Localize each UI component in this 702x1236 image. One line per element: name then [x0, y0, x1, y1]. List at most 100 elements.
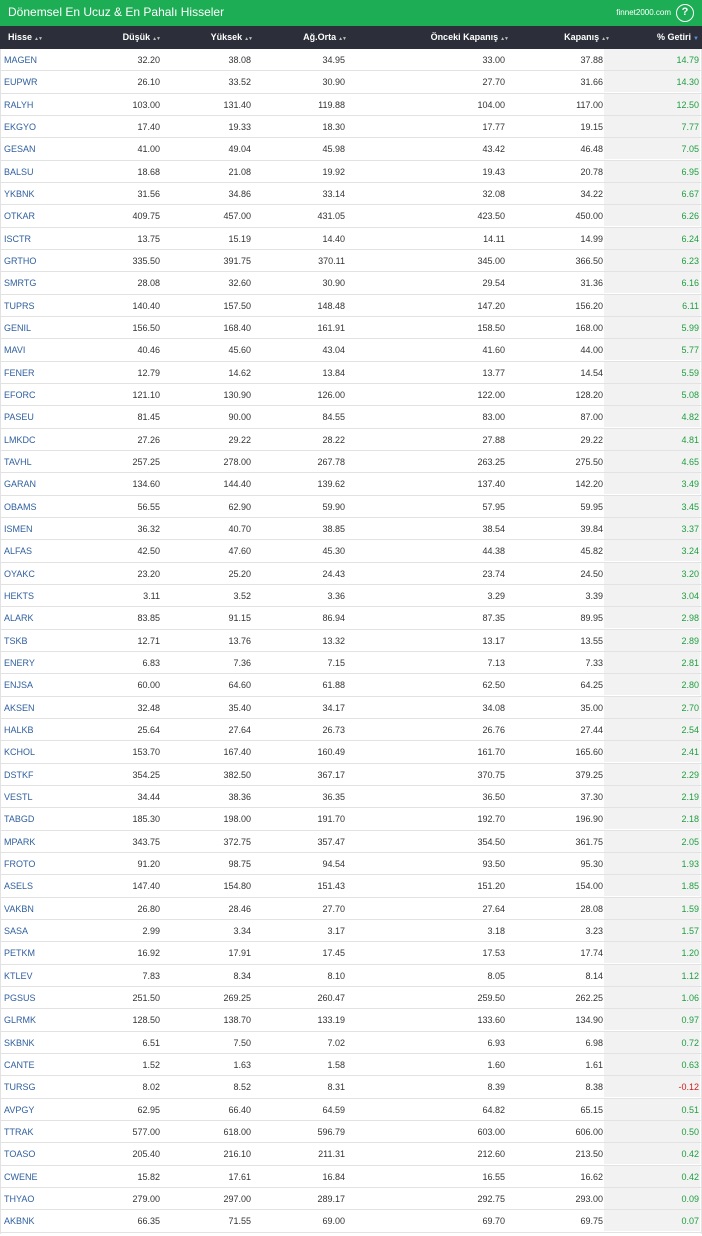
ticker-link[interactable]: SASA	[4, 920, 28, 942]
table-row[interactable]: TURSG 8.02 8.52 8.31 8.39 8.38 -0.12	[0, 1076, 702, 1099]
table-row[interactable]: TAVHL 257.25 278.00 267.78 263.25 275.50 4.65	[0, 450, 702, 474]
ticker-link[interactable]: EFORC	[4, 384, 36, 406]
table-row[interactable]: OBAMS 56.55 62.90 59.90 57.95 59.95 3.45	[0, 495, 702, 518]
ticker-link[interactable]: CWENE	[4, 1166, 38, 1188]
ticker-link[interactable]: GRTHO	[4, 250, 36, 272]
table-row[interactable]: TSKB 12.71 13.76 13.32 13.17 13.55 2.89	[0, 629, 702, 652]
ticker-link[interactable]: TURSG	[4, 1076, 36, 1098]
column-header-hisse[interactable]: Hisse ▲▼	[8, 26, 78, 49]
ticker-link[interactable]: HEKTS	[4, 585, 34, 607]
ticker-link[interactable]: FENER	[4, 362, 35, 384]
ticker-link[interactable]: EUPWR	[4, 71, 38, 93]
ticker-link[interactable]: ENERY	[4, 652, 35, 674]
ticker-link[interactable]: OTKAR	[4, 205, 35, 227]
table-row[interactable]: TABGD 185.30 198.00 191.70 192.70 196.90 2.18	[0, 808, 702, 831]
ticker-link[interactable]: MAVI	[4, 339, 25, 361]
table-row[interactable]: TUPRS 140.40 157.50 148.48 147.20 156.20 6.11	[0, 294, 702, 317]
table-row[interactable]: LMKDC 27.26 29.22 28.22 27.88 29.22 4.81	[0, 428, 702, 451]
ticker-link[interactable]: ENJSA	[4, 674, 33, 696]
ticker-link[interactable]: MPARK	[4, 831, 35, 853]
table-row[interactable]: MPARK 343.75 372.75 357.47 354.50 361.75 2.05	[0, 830, 702, 853]
column-header-dusuk[interactable]: Düşük ▲▼	[90, 26, 161, 49]
ticker-link[interactable]: ISMEN	[4, 518, 33, 540]
ticker-link[interactable]: VESTL	[4, 786, 33, 808]
ticker-link[interactable]: CANTE	[4, 1054, 35, 1076]
table-row[interactable]: GRTHO 335.50 391.75 370.11 345.00 366.50 6.23	[0, 249, 702, 273]
table-row[interactable]: RALYH 103.00 131.40 119.88 104.00 117.00 12.50	[0, 93, 702, 116]
table-row[interactable]: AKBNK 66.35 71.55 69.00 69.70 69.75 0.07	[0, 1210, 702, 1233]
table-row[interactable]: PETKM 16.92 17.91 17.45 17.53 17.74 1.20	[0, 942, 702, 965]
table-row[interactable]: CWENE 15.82 17.61 16.84 16.55 16.62 0.42	[0, 1165, 702, 1188]
ticker-link[interactable]: MAGEN	[4, 49, 37, 71]
ticker-link[interactable]: TUPRS	[4, 295, 35, 317]
help-icon[interactable]: ?	[676, 4, 694, 22]
table-row[interactable]: EUPWR 26.10 33.52 30.90 27.70 31.66 14.30	[0, 71, 702, 94]
ticker-link[interactable]: VAKBN	[4, 898, 34, 920]
ticker-link[interactable]: ALARK	[4, 607, 34, 629]
ticker-link[interactable]: AKBNK	[4, 1210, 35, 1232]
site-link[interactable]: finnet2000.com	[616, 8, 671, 17]
ticker-link[interactable]: TAVHL	[4, 451, 32, 473]
table-row[interactable]: FROTO 91.20 98.75 94.54 93.50 95.30 1.93	[0, 852, 702, 876]
ticker-link[interactable]: TSKB	[4, 630, 28, 652]
sort-both-icon[interactable]: ▲▼	[500, 36, 509, 42]
sort-desc-icon[interactable]: ▼	[693, 36, 699, 42]
sort-both-icon[interactable]: ▲▼	[152, 36, 161, 42]
ticker-link[interactable]: SMRTG	[4, 272, 36, 294]
table-row[interactable]: EKGYO 17.40 19.33 18.30 17.77 19.15 7.77	[0, 115, 702, 139]
table-row[interactable]: KCHOL 153.70 167.40 160.49 161.70 165.60 2.41	[0, 741, 702, 764]
table-row[interactable]: FENER 12.79 14.62 13.84 13.77 14.54 5.59	[0, 361, 702, 384]
table-row[interactable]: ENERY 6.83 7.36 7.15 7.13 7.33 2.81	[0, 651, 702, 675]
column-header-yuksek[interactable]: Yüksek ▲▼	[180, 26, 253, 49]
ticker-link[interactable]: LMKDC	[4, 429, 36, 451]
ticker-link[interactable]: FROTO	[4, 853, 35, 875]
column-header-ag-orta[interactable]: Ağ.Orta ▲▼	[270, 26, 347, 49]
ticker-link[interactable]: GENIL	[4, 317, 31, 339]
ticker-link[interactable]: OBAMS	[4, 496, 37, 518]
ticker-link[interactable]: ASELS	[4, 875, 33, 897]
table-row[interactable]: ISCTR 13.75 15.19 14.40 14.11 14.99 6.24	[0, 227, 702, 250]
table-row[interactable]: BALSU 18.68 21.08 19.92 19.43 20.78 6.95	[0, 160, 702, 183]
table-row[interactable]: EFORC 121.10 130.90 126.00 122.00 128.20 5.08	[0, 383, 702, 407]
table-row[interactable]: VESTL 34.44 38.36 36.35 36.50 37.30 2.19	[0, 785, 702, 809]
sort-both-icon[interactable]: ▲▼	[338, 36, 347, 42]
table-row[interactable]: SKBNK 6.51 7.50 7.02 6.93 6.98 0.72	[0, 1031, 702, 1054]
ticker-link[interactable]: KCHOL	[4, 741, 35, 763]
table-row[interactable]: MAVI 40.46 45.60 43.04 41.60 44.00 5.77	[0, 339, 702, 362]
ticker-link[interactable]: GLRMK	[4, 1009, 36, 1031]
ticker-link[interactable]: PASEU	[4, 406, 34, 428]
table-row[interactable]: ASELS 147.40 154.80 151.43 151.20 154.00 1.85	[0, 875, 702, 898]
ticker-link[interactable]: PGSUS	[4, 987, 36, 1009]
sort-both-icon[interactable]: ▲▼	[244, 36, 253, 42]
table-row[interactable]: TOASO 205.40 216.10 211.31 212.60 213.50 0.42	[0, 1143, 702, 1166]
table-row[interactable]: AVPGY 62.95 66.40 64.59 64.82 65.15 0.51	[0, 1098, 702, 1121]
table-row[interactable]: PASEU 81.45 90.00 84.55 83.00 87.00 4.82	[0, 406, 702, 429]
table-row[interactable]: HEKTS 3.11 3.52 3.36 3.29 3.39 3.04	[0, 584, 702, 608]
table-row[interactable]: ISMEN 36.32 40.70 38.85 38.54 39.84 3.37	[0, 517, 702, 541]
table-row[interactable]: KTLEV 7.83 8.34 8.10 8.05 8.14 1.12	[0, 964, 702, 987]
table-row[interactable]: ALFAS 42.50 47.60 45.30 44.38 45.82 3.24	[0, 540, 702, 563]
table-row[interactable]: OTKAR 409.75 457.00 431.05 423.50 450.00 6.26	[0, 205, 702, 228]
ticker-link[interactable]: AVPGY	[4, 1099, 34, 1121]
table-row[interactable]: YKBNK 31.56 34.86 33.14 32.08 34.22 6.67	[0, 182, 702, 206]
ticker-link[interactable]: BALSU	[4, 161, 34, 183]
table-row[interactable]: ENJSA 60.00 64.60 61.88 62.50 64.25 2.80	[0, 674, 702, 697]
ticker-link[interactable]: TTRAK	[4, 1121, 34, 1143]
ticker-link[interactable]: YKBNK	[4, 183, 35, 205]
table-row[interactable]: TTRAK 577.00 618.00 596.79 603.00 606.00 0.50	[0, 1120, 702, 1144]
column-header-kapanis[interactable]: Kapanış ▲▼	[520, 26, 610, 49]
table-row[interactable]: GLRMK 128.50 138.70 133.19 133.60 134.90 0.97	[0, 1009, 702, 1032]
table-row[interactable]: DSTKF 354.25 382.50 367.17 370.75 379.25 2.29	[0, 763, 702, 786]
ticker-link[interactable]: RALYH	[4, 94, 33, 116]
ticker-link[interactable]: DSTKF	[4, 764, 34, 786]
table-row[interactable]: AKSEN 32.48 35.40 34.17 34.08 35.00 2.70	[0, 696, 702, 719]
ticker-link[interactable]: THYAO	[4, 1188, 34, 1210]
ticker-link[interactable]: ALFAS	[4, 540, 32, 562]
table-row[interactable]: THYAO 279.00 297.00 289.17 292.75 293.00 0.09	[0, 1187, 702, 1211]
column-header-getiri[interactable]: % Getiri ▼	[610, 26, 699, 49]
table-row[interactable]: SMRTG 28.08 32.60 30.90 29.54 31.36 6.16	[0, 272, 702, 295]
ticker-link[interactable]: GARAN	[4, 473, 36, 495]
ticker-link[interactable]: TABGD	[4, 808, 34, 830]
ticker-link[interactable]: GESAN	[4, 138, 36, 160]
ticker-link[interactable]: EKGYO	[4, 116, 36, 138]
